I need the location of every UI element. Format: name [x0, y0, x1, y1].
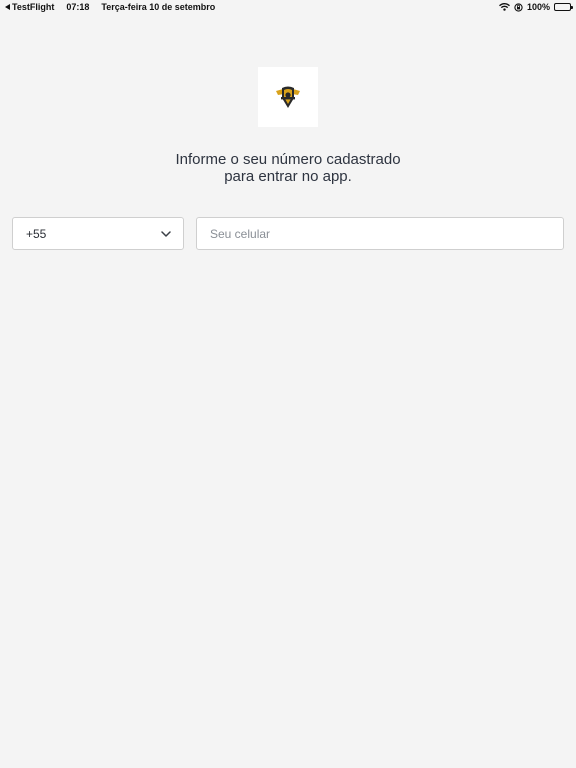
- app-logo: [258, 67, 318, 127]
- status-bar-right: 100%: [498, 2, 573, 12]
- headline-line-1: Informe o seu número cadastrado: [175, 151, 401, 168]
- status-time: 07:18: [66, 2, 90, 12]
- login-instructions: Informe o seu número cadastrado para ent…: [0, 151, 576, 185]
- back-to-app-link[interactable]: TestFlight: [5, 2, 54, 12]
- app-logo-icon: [276, 86, 300, 108]
- battery-percent: 100%: [526, 2, 550, 12]
- phone-number-input[interactable]: [196, 217, 564, 250]
- country-code-select[interactable]: +55: [12, 217, 184, 250]
- back-app-label: TestFlight: [12, 2, 55, 12]
- status-bar: TestFlight 07:18 Terça-feira 10 de setem…: [0, 0, 576, 14]
- wifi-icon: [498, 3, 510, 11]
- battery-icon: [554, 3, 573, 11]
- headline-line-2: para entrar no app.: [224, 168, 352, 185]
- status-date: Terça-feira 10 de setembro: [101, 2, 216, 12]
- status-bar-left: TestFlight 07:18 Terça-feira 10 de setem…: [5, 2, 215, 12]
- chevron-down-icon: [161, 230, 171, 237]
- country-code-value: +55: [26, 226, 47, 241]
- back-triangle-icon: [5, 4, 10, 10]
- rotation-lock-icon: [514, 2, 523, 12]
